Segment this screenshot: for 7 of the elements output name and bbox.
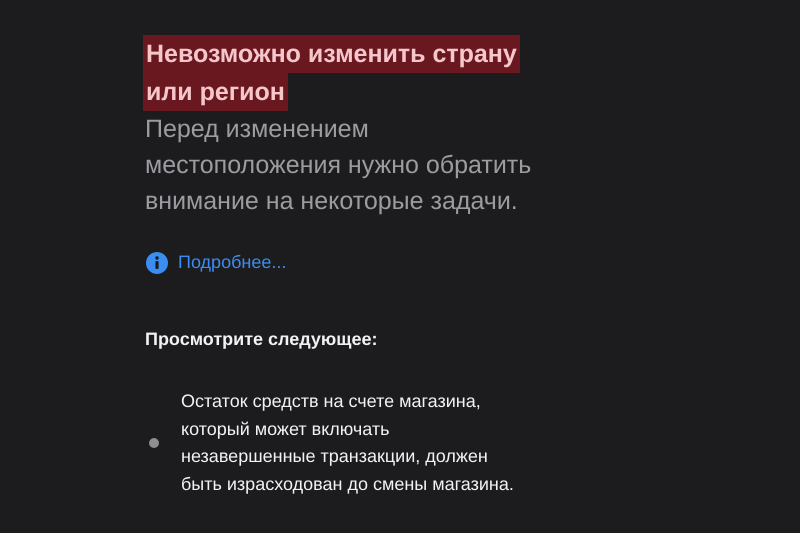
bullet-text: Остаток средств на счете магазина, который может включать незавершенные транзакции, должен быть израсходован до смены магазина. <box>181 390 514 496</box>
section-heading: Просмотрите следующее: <box>145 328 378 351</box>
info-icon <box>146 252 168 274</box>
bullet-icon <box>149 438 159 448</box>
subtitle-text: Перед изменением местоположения нужно обратить внимание на некоторые задачи. <box>145 114 532 217</box>
more-info-link[interactable]: Подробнее... <box>178 249 286 276</box>
page-title: Невозможно изменить страну или регион <box>143 35 520 111</box>
